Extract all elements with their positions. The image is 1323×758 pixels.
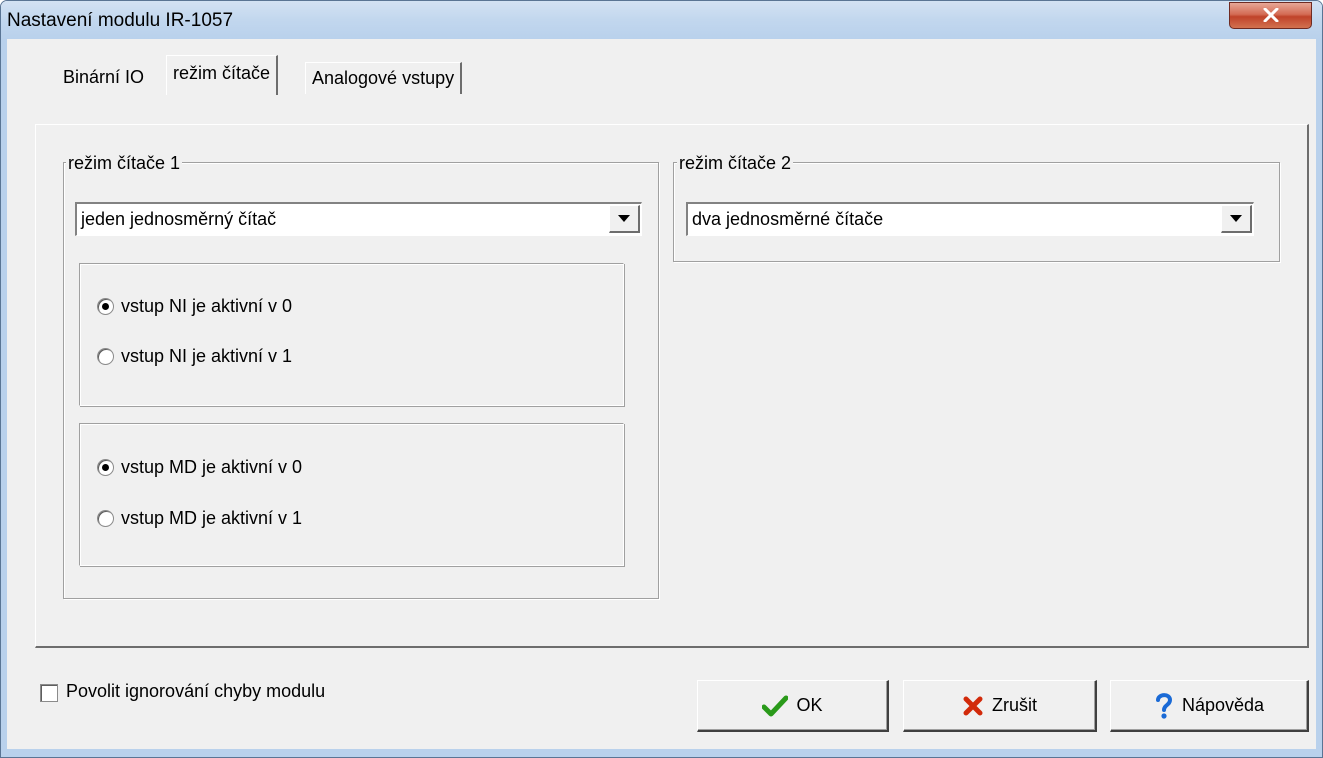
checkbox-square[interactable] [40, 684, 58, 702]
help-button-label: Nápověda [1181, 695, 1265, 715]
ok-button[interactable]: OK [697, 680, 889, 732]
tab-label: Analogové vstupy [312, 68, 455, 88]
close-button[interactable] [1229, 2, 1312, 29]
tab-label: režim čítače [173, 63, 271, 83]
question-icon [1155, 692, 1172, 719]
title-bar[interactable]: Nastavení modulu IR-1057 [1, 1, 1322, 39]
checkbox-label: Povolit ignorování chyby modulu [66, 681, 326, 701]
close-icon [1263, 8, 1279, 22]
help-button[interactable]: Nápověda [1110, 680, 1309, 732]
cancel-button[interactable]: Zrušit [903, 680, 1097, 732]
tab-label: Binární IO [63, 67, 145, 87]
window-title: Nastavení modulu IR-1057 [7, 10, 234, 31]
cancel-button-label: Zrušit [992, 695, 1037, 715]
ok-button-label: OK [796, 695, 823, 715]
tab-panel [35, 124, 1309, 648]
tab-analogove-vstupy[interactable]: Analogové vstupy [305, 62, 463, 94]
tab-rezim-citace[interactable]: režim čítače [166, 55, 279, 95]
tab-binarni-io[interactable]: Binární IO [57, 62, 150, 94]
checkmark-icon [762, 695, 789, 716]
cross-icon [963, 696, 983, 715]
